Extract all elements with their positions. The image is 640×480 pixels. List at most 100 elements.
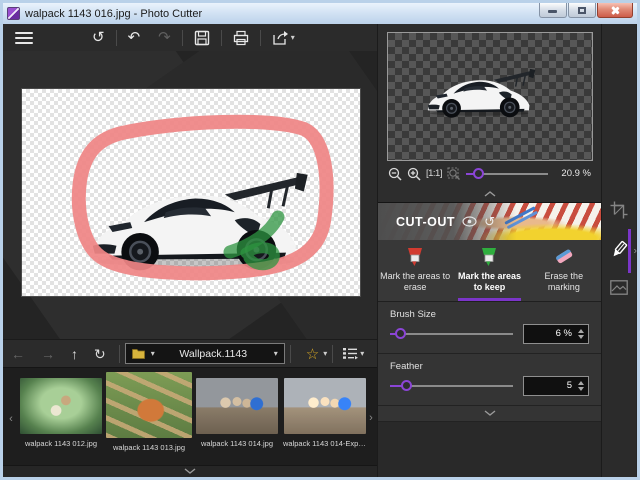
brush-size-section: Brush Size 6 % bbox=[378, 301, 601, 354]
image-icon bbox=[610, 280, 628, 295]
thumbnail-photo[interactable] bbox=[284, 378, 366, 434]
active-tool-indicator bbox=[628, 228, 631, 273]
nav-divider bbox=[118, 344, 120, 363]
maximize-button[interactable] bbox=[568, 3, 596, 18]
eraser-icon bbox=[555, 249, 573, 264]
zoom-actual-size-button[interactable]: [1:1] bbox=[426, 168, 443, 179]
red-marker-icon bbox=[408, 248, 423, 266]
undo-button[interactable]: ↶ bbox=[119, 28, 150, 47]
back-button[interactable]: ← bbox=[3, 345, 33, 363]
brush-size-slider[interactable] bbox=[390, 327, 513, 340]
zoom-controls: [1:1] 20.9 % bbox=[378, 160, 601, 187]
minimize-button[interactable] bbox=[539, 3, 567, 18]
thumbnail-photo[interactable] bbox=[106, 372, 192, 438]
panel-expander-button[interactable]: › bbox=[634, 245, 637, 256]
thumbnail-filename: walpack 1143 014.jpg bbox=[201, 439, 273, 448]
app-logo-icon bbox=[7, 7, 20, 20]
save-button[interactable] bbox=[185, 28, 219, 48]
photos-browser-button[interactable] bbox=[610, 280, 628, 300]
slider-track[interactable] bbox=[390, 332, 513, 335]
zoom-fit-icon bbox=[447, 166, 460, 180]
feather-slider[interactable] bbox=[390, 379, 513, 392]
brush-size-value: 6 % bbox=[555, 328, 572, 339]
thumbnail-photo[interactable] bbox=[20, 378, 102, 434]
spin-down-icon[interactable] bbox=[578, 386, 584, 391]
strip-collapse-button[interactable] bbox=[3, 465, 377, 476]
feather-spinbox[interactable]: 5 bbox=[523, 375, 589, 396]
folder-caret-icon: ▾ bbox=[273, 349, 278, 358]
preview-eye-icon[interactable] bbox=[462, 216, 477, 227]
folder-select[interactable]: ▾ Wallpack.1143 ▾ bbox=[124, 343, 285, 364]
nav-divider bbox=[332, 344, 334, 363]
folder-caret-icon: ▾ bbox=[150, 349, 155, 358]
refresh-button[interactable]: ↻ bbox=[86, 345, 114, 363]
panel-collapse-button[interactable] bbox=[378, 405, 601, 422]
tool-label: Mark the areas to erase bbox=[380, 271, 451, 293]
zoom-out-button[interactable] bbox=[388, 167, 402, 181]
pencil-icon bbox=[613, 240, 627, 257]
banner-title: CUT-OUT bbox=[396, 214, 456, 229]
chevron-down-icon bbox=[184, 468, 196, 474]
brush-size-spinbox[interactable]: 6 % bbox=[523, 323, 589, 344]
spin-up-icon[interactable] bbox=[578, 380, 584, 385]
save-icon bbox=[194, 30, 209, 45]
zoom-in-button[interactable] bbox=[407, 167, 421, 181]
spin-down-icon[interactable] bbox=[578, 334, 584, 339]
toolbar-divider bbox=[115, 29, 117, 46]
green-marker-icon bbox=[482, 248, 497, 266]
erase-marking-button[interactable]: Erase the marking bbox=[527, 240, 601, 301]
chevron-up-icon bbox=[484, 190, 495, 197]
thumbnail-photo[interactable] bbox=[196, 378, 278, 434]
print-button[interactable] bbox=[224, 28, 258, 48]
slider-handle[interactable] bbox=[394, 327, 406, 339]
menu-icon[interactable] bbox=[9, 28, 39, 48]
mark-keep-button[interactable]: Mark the areas to keep bbox=[452, 240, 526, 301]
print-icon bbox=[233, 30, 248, 45]
thumbnail-filename: walpack 1143 013.jpg bbox=[113, 443, 185, 452]
folder-icon bbox=[131, 349, 145, 359]
strip-scroll-left[interactable]: ‹ bbox=[5, 413, 17, 425]
thumbnail-item[interactable]: walpack 1143 014.jpg bbox=[194, 372, 280, 448]
preview-collapse-button[interactable] bbox=[378, 187, 601, 200]
cutout-panel: [1:1] 20.9 % CUT-OUT ↺ Mark the areas to… bbox=[378, 24, 602, 477]
title-bar: walpack 1143 016.jpg - Photo Cutter bbox=[3, 3, 637, 24]
cutout-tool-button[interactable] bbox=[610, 240, 629, 264]
keep-marker-loop bbox=[71, 114, 334, 281]
spin-up-icon[interactable] bbox=[578, 328, 584, 333]
keep-marker-stroke bbox=[240, 242, 280, 271]
slider-handle[interactable] bbox=[400, 379, 412, 391]
zoom-slider[interactable] bbox=[466, 167, 548, 180]
undo-all-button[interactable]: ↺ bbox=[83, 28, 114, 47]
zoom-fit-button[interactable] bbox=[447, 166, 461, 181]
crop-tool-button[interactable] bbox=[610, 201, 628, 224]
editing-image[interactable] bbox=[22, 89, 360, 296]
up-button[interactable]: ↑ bbox=[63, 345, 86, 363]
forward-button[interactable]: → bbox=[33, 345, 63, 363]
toolbar-divider bbox=[181, 29, 183, 46]
share-button[interactable]: ▾ bbox=[263, 28, 304, 48]
thumbnail-item[interactable]: walpack 1143 013.jpg bbox=[106, 372, 192, 452]
tool-label: Mark the areas to keep bbox=[457, 271, 522, 293]
chevron-down-icon bbox=[484, 410, 495, 416]
mode-sidebar: › bbox=[602, 24, 637, 477]
redo-button[interactable]: ↷ bbox=[149, 28, 180, 47]
share-icon bbox=[273, 30, 288, 45]
view-mode-button[interactable]: ▾ bbox=[338, 347, 364, 360]
strip-scroll-right[interactable]: › bbox=[365, 412, 377, 424]
close-button[interactable] bbox=[597, 3, 633, 18]
folder-name: Wallpack.1143 bbox=[179, 347, 248, 360]
slider-handle[interactable] bbox=[473, 167, 485, 179]
banner-undo-button[interactable]: ↺ bbox=[484, 214, 495, 230]
toolbar-divider bbox=[259, 29, 261, 46]
mark-erase-button[interactable]: Mark the areas to erase bbox=[378, 240, 452, 301]
thumbnail-item[interactable]: walpack 1143 014-Exposure... bbox=[282, 372, 368, 448]
editor-canvas[interactable] bbox=[3, 51, 377, 339]
thumbnail-item[interactable]: walpack 1143 012.jpg bbox=[18, 372, 104, 448]
feather-value: 5 bbox=[566, 380, 572, 391]
main-toolbar: ↺ ↶ ↷ ▾ bbox=[3, 24, 377, 51]
thumbnail-strip: ‹ walpack 1143 012.jpg walpack 1143 013.… bbox=[3, 368, 377, 465]
share-caret-icon: ▾ bbox=[290, 32, 295, 42]
thumbnail-filename: walpack 1143 012.jpg bbox=[25, 439, 97, 448]
zoom-in-icon bbox=[407, 167, 421, 181]
favorite-button[interactable]: ☆ bbox=[296, 345, 321, 363]
